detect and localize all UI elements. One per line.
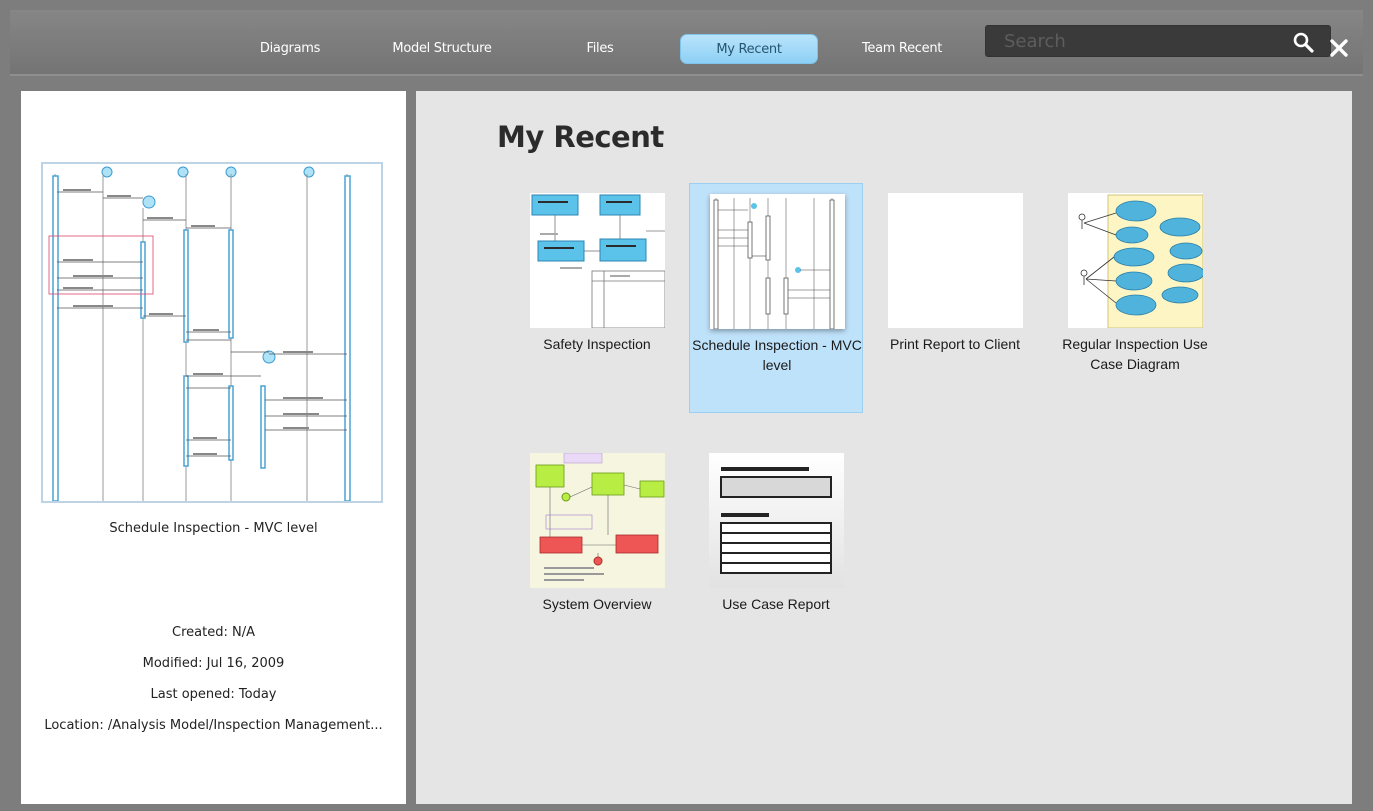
recent-item-system-overview[interactable]: System Overview — [510, 443, 684, 673]
search-icon[interactable] — [1291, 30, 1315, 54]
overview-diagram-thumbnail — [530, 453, 665, 588]
blank-thumbnail — [888, 193, 1023, 328]
recent-panel: My Recent Safety Inspection Schedule Ins… — [416, 91, 1352, 804]
page-title: My Recent — [497, 120, 664, 154]
recent-item-print-report[interactable]: Print Report to Client — [868, 183, 1042, 413]
item-label: Schedule Inspection - MVC level — [692, 337, 862, 373]
tab-my-recent[interactable]: My Recent — [680, 34, 818, 64]
recent-item-safety-inspection[interactable]: Safety Inspection — [510, 183, 684, 413]
item-label: Safety Inspection — [543, 336, 651, 352]
created-info: Created: N/A — [172, 625, 255, 640]
use-case-diagram-thumbnail — [1068, 193, 1203, 328]
details-panel: Schedule Inspection - MVC level Created:… — [21, 91, 406, 804]
report-icon — [709, 453, 844, 588]
class-diagram-thumbnail — [530, 193, 665, 328]
top-bar: Diagrams Model Structure Files My Recent… — [10, 10, 1363, 76]
sequence-diagram-preview-image — [48, 166, 351, 502]
item-label: System Overview — [542, 596, 652, 612]
preview-title: Schedule Inspection - MVC level — [109, 521, 318, 536]
sequence-diagram-thumbnail — [710, 194, 845, 329]
recent-item-regular-inspection[interactable]: Regular Inspection Use Case Diagram — [1048, 183, 1222, 413]
location-info: Location: /Analysis Model/Inspection Man… — [44, 718, 383, 733]
modified-info: Modified: Jul 16, 2009 — [142, 656, 285, 671]
tab-model-structure[interactable]: Model Structure — [372, 34, 512, 64]
diagram-preview — [41, 162, 383, 503]
last-opened-info: Last opened: Today — [150, 687, 277, 702]
item-label: Regular Inspection Use Case Diagram — [1062, 336, 1208, 372]
recent-item-use-case-report[interactable]: Use Case Report — [689, 443, 863, 673]
tab-files[interactable]: Files — [560, 34, 640, 64]
item-label: Print Report to Client — [890, 336, 1020, 352]
search-box[interactable] — [985, 25, 1331, 57]
recent-item-schedule-inspection[interactable]: Schedule Inspection - MVC level — [689, 183, 863, 413]
tab-team-recent[interactable]: Team Recent — [843, 34, 961, 64]
close-icon[interactable] — [1328, 37, 1350, 59]
search-input[interactable] — [1004, 29, 1274, 53]
tab-diagrams[interactable]: Diagrams — [235, 34, 345, 64]
item-label: Use Case Report — [722, 596, 830, 612]
